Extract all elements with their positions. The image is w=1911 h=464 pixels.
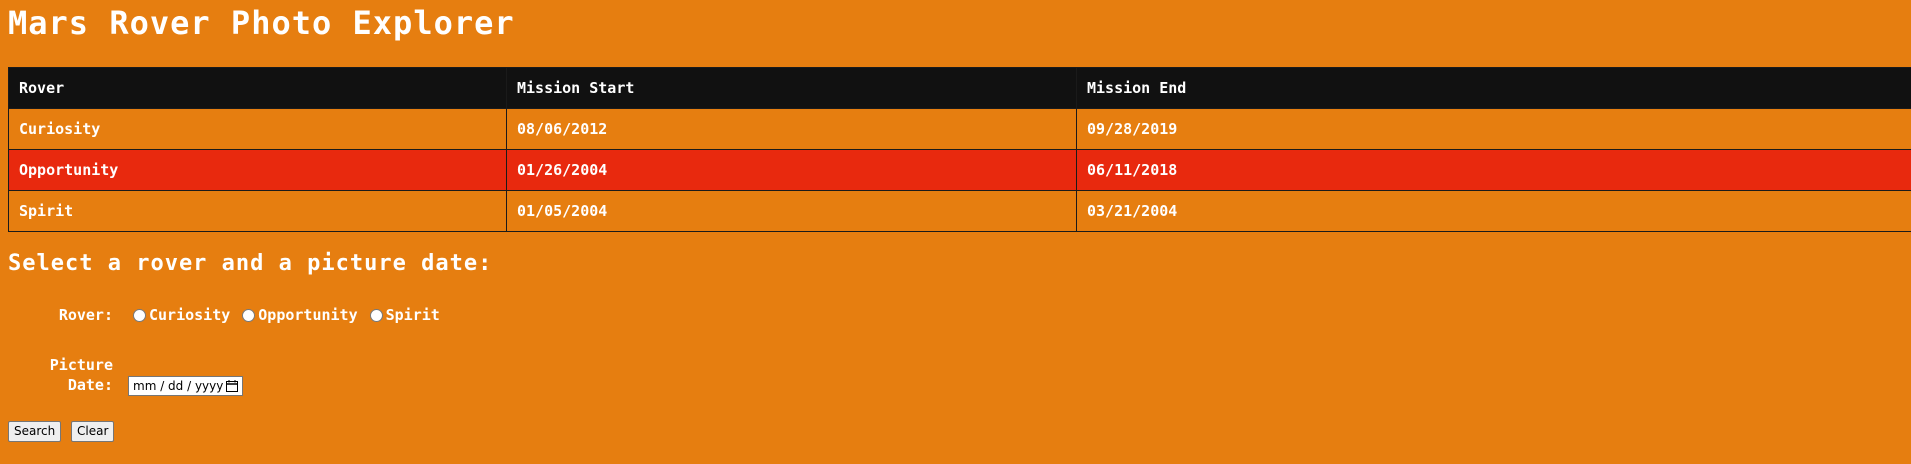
- column-header-mission-end: Mission End: [1076, 67, 1911, 109]
- table-row: Spirit 01/05/2004 03/21/2004: [8, 190, 1911, 232]
- calendar-icon[interactable]: [226, 380, 238, 392]
- radio-option-opportunity[interactable]: Opportunity: [242, 306, 358, 324]
- picture-date-label: Picture Date:: [40, 355, 113, 395]
- cell-rover: Opportunity: [8, 149, 507, 191]
- rover-label: Rover:: [58, 306, 113, 324]
- radio-label-curiosity: Curiosity: [149, 306, 231, 324]
- form-heading: Select a rover and a picture date:: [8, 251, 493, 276]
- radio-option-spirit[interactable]: Spirit: [369, 306, 440, 324]
- cell-mission-end: 06/11/2018: [1076, 149, 1911, 191]
- radio-curiosity[interactable]: [133, 308, 146, 322]
- date-input-placeholder: mm / dd / yyyy: [133, 379, 224, 393]
- cell-mission-start: 01/26/2004: [506, 149, 1077, 191]
- table-header-row: Rover Mission Start Mission End: [8, 67, 1911, 109]
- clear-button[interactable]: Clear: [71, 421, 115, 442]
- picture-date-input[interactable]: mm / dd / yyyy: [128, 376, 243, 396]
- picture-date-label-line1: Picture: [49, 356, 113, 374]
- cell-rover: Spirit: [8, 190, 507, 232]
- picture-date-label-line2: Date:: [67, 376, 113, 394]
- radio-label-opportunity: Opportunity: [258, 306, 358, 324]
- page-title: Mars Rover Photo Explorer: [8, 4, 515, 42]
- table-row: Curiosity 08/06/2012 09/28/2019: [8, 108, 1911, 150]
- column-header-rover: Rover: [8, 67, 507, 109]
- cell-mission-start: 08/06/2012: [506, 108, 1077, 150]
- radio-spirit[interactable]: [369, 308, 383, 322]
- cell-mission-start: 01/05/2004: [506, 190, 1077, 232]
- cell-rover: Curiosity: [8, 108, 507, 150]
- rover-radio-group: Curiosity Opportunity Spirit: [133, 305, 452, 325]
- table-row: Opportunity 01/26/2004 06/11/2018: [8, 149, 1911, 191]
- cell-mission-end: 09/28/2019: [1076, 108, 1911, 150]
- radio-label-spirit: Spirit: [385, 306, 440, 324]
- radio-opportunity[interactable]: [242, 308, 256, 322]
- column-header-mission-start: Mission Start: [506, 67, 1077, 109]
- radio-option-curiosity[interactable]: Curiosity: [133, 306, 230, 324]
- search-button[interactable]: Search: [8, 421, 62, 442]
- cell-mission-end: 03/21/2004: [1076, 190, 1911, 232]
- rover-missions-table: Rover Mission Start Mission End Curiosit…: [8, 67, 1911, 232]
